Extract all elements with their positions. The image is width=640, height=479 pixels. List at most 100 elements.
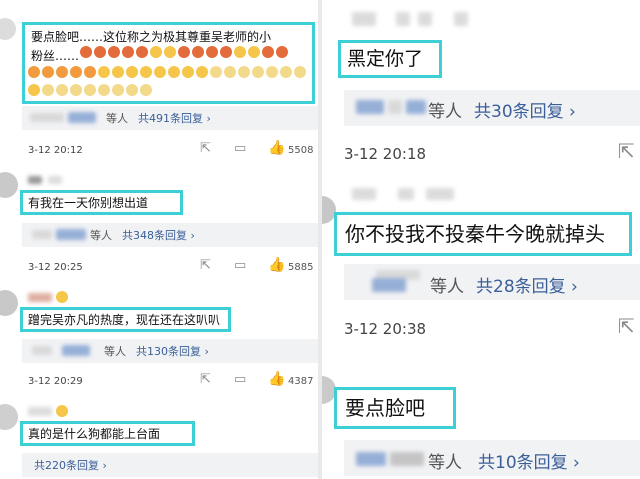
emoji-icon [150, 46, 162, 58]
blurred-username [30, 113, 64, 122]
reply-summary[interactable]: 等人 共491条回复 › [22, 106, 318, 130]
right-comment-panel: 黑定你了 等人 共30条回复 › 3-12 20:18 ⇱ 你不投我不投秦牛今晚… [322, 0, 640, 479]
blurred-username [28, 176, 42, 184]
blurred-username [356, 452, 386, 466]
emoji-icon [164, 46, 176, 58]
reply-summary[interactable]: 等人 共28条回复 › [344, 264, 640, 300]
blurred-username [68, 112, 96, 123]
emoji-icon [108, 46, 120, 58]
emoji-icon [266, 66, 278, 78]
share-icon[interactable]: ⇱ [618, 141, 635, 161]
reply-summary[interactable]: 共220条回复 › [22, 453, 318, 477]
share-icon[interactable]: ⇱ [618, 316, 635, 336]
comment-text: 你不投我不投秦牛今晚就掉头 [345, 222, 605, 246]
like-count: 5885 [288, 262, 314, 273]
emoji-icon [56, 84, 68, 96]
emoji-icon [280, 66, 292, 78]
reply-summary[interactable]: 等人 共130条回复 › [22, 339, 318, 363]
reply-summary[interactable]: 等人 共10条回复 › [344, 440, 640, 476]
avatar[interactable] [0, 290, 18, 316]
avatar[interactable] [0, 404, 18, 430]
reply-users-label: 等人 [428, 453, 462, 473]
comment-icon[interactable]: ▭ [234, 142, 246, 155]
reply-users-label: 等人 [104, 345, 126, 358]
comment-time: 3-12 20:38 [344, 320, 427, 338]
share-icon[interactable]: ⇱ [200, 142, 211, 155]
reply-users-label: 等人 [428, 102, 462, 122]
emoji-icon [122, 46, 134, 58]
reply-count-link[interactable]: 共30条回复 › [474, 97, 576, 122]
reply-users-label: 等人 [90, 229, 112, 242]
blurred-username [28, 293, 52, 302]
emoji-icon [140, 84, 152, 96]
reply-count-link[interactable]: 共28条回复 › [476, 272, 578, 297]
reply-users-label: 等人 [106, 112, 128, 125]
comment-text-box: 有我在一天你别想出道 [20, 190, 183, 215]
reply-summary[interactable]: 等人 共348条回复 › [22, 223, 318, 247]
blurred-username [426, 188, 454, 200]
thumbs-up-icon[interactable]: 👍 [268, 258, 285, 272]
emoji-row [28, 84, 152, 96]
emoji-icon [112, 66, 124, 78]
share-icon[interactable]: ⇱ [200, 373, 211, 386]
reply-count-link[interactable]: 共10条回复 › [478, 448, 580, 473]
comment-text-box: 黑定你了 [338, 40, 442, 78]
emoji-icon [262, 46, 274, 58]
avatar[interactable] [0, 172, 18, 198]
thumbs-up-icon[interactable]: 👍 [268, 372, 285, 386]
emoji-icon [234, 46, 246, 58]
emoji-icon [154, 66, 166, 78]
emoji-icon [224, 66, 236, 78]
blurred-username [62, 345, 90, 356]
blurred-username [56, 229, 86, 240]
emoji-icon [42, 66, 54, 78]
emoji-row [80, 46, 288, 58]
reply-users-label: 等人 [430, 277, 464, 297]
emoji-icon [196, 66, 208, 78]
blurred-username [388, 100, 402, 114]
blurred-username [356, 100, 384, 114]
emoji-icon [94, 46, 106, 58]
emoji-icon [182, 66, 194, 78]
emoji-icon [28, 66, 40, 78]
emoji-icon [126, 66, 138, 78]
reply-count-link[interactable]: 共491条回复 › [138, 110, 211, 126]
emoji-icon [56, 66, 68, 78]
comment-text: 要点脸吧 [345, 396, 425, 420]
reply-count-link[interactable]: 共220条回复 › [34, 457, 107, 473]
blurred-username [352, 188, 376, 200]
emoji-icon [80, 46, 92, 58]
thumbs-up-icon[interactable]: 👍 [268, 141, 285, 155]
emoji-icon [98, 66, 110, 78]
emoji-icon [220, 46, 232, 58]
comment-time: 3-12 20:25 [28, 262, 83, 273]
blurred-username [390, 452, 424, 466]
comment-text-line: 粉丝…… [31, 49, 80, 63]
comment-icon[interactable]: ▭ [234, 373, 246, 386]
blurred-username [372, 278, 406, 292]
emoji-icon [206, 46, 218, 58]
share-icon[interactable]: ⇱ [200, 259, 211, 272]
emoji-icon [42, 84, 54, 96]
emoji-icon [70, 66, 82, 78]
emoji-icon [192, 46, 204, 58]
comment-time: 3-12 20:18 [344, 145, 427, 163]
comment-text: 真的是什么狗都能上台面 [28, 427, 161, 441]
emoji-row [28, 66, 306, 78]
emoji-icon [136, 46, 148, 58]
reply-count-link[interactable]: 共348条回复 › [122, 227, 195, 243]
reply-count-link[interactable]: 共130条回复 › [136, 343, 209, 359]
comment-text-box: 你不投我不投秦牛今晚就掉头 [334, 212, 632, 256]
emoji-icon [252, 66, 264, 78]
emoji-icon [84, 66, 96, 78]
emoji-icon [28, 84, 40, 96]
comment-icon[interactable]: ▭ [234, 259, 246, 272]
avatar[interactable] [0, 18, 16, 40]
blurred-username [32, 230, 52, 239]
reply-summary[interactable]: 等人 共30条回复 › [344, 90, 640, 126]
emoji-icon [56, 291, 68, 303]
comment-text: 有我在一天你别想出道 [28, 196, 149, 210]
blurred-username [406, 100, 426, 114]
blurred-username [352, 12, 376, 26]
emoji-icon [98, 84, 110, 96]
